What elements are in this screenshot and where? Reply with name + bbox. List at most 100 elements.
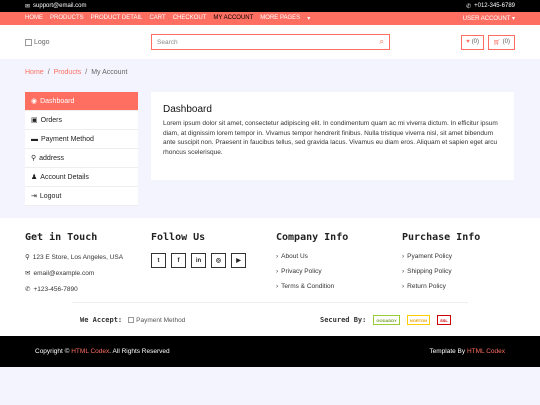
instagram-icon[interactable]: ◎ (211, 253, 226, 268)
sidebar-item-logout[interactable]: ⇥ Logout (25, 187, 138, 206)
norton-badge: NORTON (406, 315, 431, 325)
footer-heading: Purchase Info (402, 232, 481, 243)
breadcrumb-current: My Account (91, 69, 128, 76)
footer-heading: Get in Touch (25, 232, 98, 243)
header: Logo Search ⌕ ♥ (0) 🛒︎ (0) (0, 25, 540, 59)
sidebar-item-address[interactable]: ⚲ address (25, 149, 138, 168)
chevron-right-icon: › (402, 253, 405, 260)
nav-link-my-account[interactable]: MY ACCOUNT (213, 15, 253, 22)
nav-link-products[interactable]: PRODUCTS (50, 15, 84, 22)
copyright-link[interactable]: HTML Codex (71, 348, 109, 355)
copyright-bar: Copyright © HTML Codex. All Rights Reser… (0, 336, 540, 367)
support-phone-text: +012-345-6789 (474, 3, 515, 9)
nav-link-checkout[interactable]: CHECKOUT (173, 15, 207, 22)
caret-down-icon: ▾ (511, 16, 515, 22)
ssl-badge: SSL (437, 315, 451, 325)
panel-title: Dashboard (163, 104, 212, 115)
twitter-icon[interactable]: t (151, 253, 166, 268)
footer-link[interactable]: › About Us (276, 253, 348, 260)
account-sidebar: ◉ Dashboard ▣ Orders ▬ Payment Method ⚲ address… (25, 92, 138, 206)
breadcrumb: Home / Products / My Account (25, 69, 128, 76)
footer-heading: Follow Us (151, 232, 206, 243)
breadcrumb-products[interactable]: Products (54, 69, 82, 76)
footer-link[interactable]: › Return Policy (402, 283, 480, 290)
footer-company-info: Company Info › About Us › Privacy Policy › Te… (276, 232, 348, 298)
cart-button[interactable]: 🛒︎ (0) (488, 34, 515, 50)
footer-link[interactable]: › Terms & Condition (276, 283, 348, 290)
sidebar-item-orders[interactable]: ▣ Orders (25, 111, 138, 130)
footer-email[interactable]: email@example.com (33, 270, 94, 277)
secured-by-label: Secured By: (320, 316, 367, 324)
footer-phone[interactable]: +123-456-7890 (33, 286, 77, 293)
nav-link-cart[interactable]: CART (149, 15, 165, 22)
logo[interactable]: Logo (25, 38, 151, 46)
footer-divider (72, 302, 468, 303)
cart-icon: 🛒︎ (493, 39, 501, 46)
template-credit: Template By HTML Codex (429, 348, 505, 355)
sidebar-item-label: Dashboard (40, 97, 75, 105)
template-credit-link[interactable]: HTML Codex (467, 348, 505, 355)
support-phone[interactable]: ✆ +012-345-6789 (466, 3, 515, 10)
sidebar-item-label: address (39, 154, 65, 162)
user-account-menu[interactable]: USER ACCOUNT ▾ (463, 15, 515, 22)
broken-image-icon (128, 317, 135, 323)
nav-link-home[interactable]: HOME (25, 15, 43, 22)
nav-link-product-detail[interactable]: PRODUCT DETAIL (91, 15, 143, 22)
shopping-bag-icon: ▣ (31, 117, 38, 124)
user-icon: ♟ (31, 174, 38, 181)
footer: Get in Touch ⚲ 123 E Store, Los Angeles, … (0, 218, 540, 336)
social-links: t f in ◎ ▶ (151, 253, 246, 268)
footer-follow-us: Follow Us t f in ◎ ▶ (151, 232, 246, 268)
we-accept-label: We Accept: (80, 316, 123, 324)
security-badges: Secured By: GODADDY NORTON SSL (320, 315, 451, 325)
support-email[interactable]: ✉ support@email.com (25, 3, 86, 10)
breadcrumb-home[interactable]: Home (25, 69, 44, 76)
sidebar-item-payment-method[interactable]: ▬ Payment Method (25, 130, 138, 149)
sidebar-item-dashboard[interactable]: ◉ Dashboard (25, 92, 138, 111)
footer-purchase-info: Purchase Info › Pyament Policy › Shipping P… (402, 232, 480, 298)
top-bar: ✉ support@email.com ✆ +012-345-6789 (0, 0, 540, 12)
sign-out-icon: ⇥ (31, 193, 37, 200)
envelope-icon: ✉ (25, 3, 31, 10)
support-email-text: support@email.com (33, 3, 87, 9)
search-input[interactable]: Search ⌕ (151, 34, 390, 50)
footer-link[interactable]: › Pyament Policy (402, 253, 480, 260)
payment-method-image: Payment Method (128, 317, 185, 324)
caret-down-icon: ▾ (307, 16, 311, 22)
chevron-right-icon: › (276, 253, 279, 260)
footer-link[interactable]: › Privacy Policy (276, 268, 348, 275)
main-nav: HOME PRODUCTS PRODUCT DETAIL CART CHECKOUT MY… (0, 12, 540, 25)
sidebar-item-label: Payment Method (41, 135, 94, 143)
envelope-icon: ✉ (25, 270, 31, 277)
sidebar-item-label: Orders (40, 116, 63, 124)
search-placeholder: Search (157, 38, 178, 46)
credit-card-icon: ▬ (31, 135, 38, 143)
payment-methods: We Accept: Payment Method (80, 316, 185, 324)
map-marker-icon: ⚲ (31, 155, 37, 162)
search-icon[interactable]: ⌕ (380, 37, 384, 47)
chevron-right-icon: › (276, 283, 279, 290)
broken-image-icon (25, 38, 32, 46)
map-marker-icon: ⚲ (25, 254, 30, 261)
tachometer-icon: ◉ (31, 98, 38, 105)
godaddy-badge: GODADDY (373, 315, 400, 325)
youtube-icon[interactable]: ▶ (231, 253, 246, 268)
footer-link[interactable]: › Shipping Policy (402, 268, 480, 275)
phone-icon: ✆ (25, 286, 31, 293)
nav-links: HOME PRODUCTS PRODUCT DETAIL CART CHECKOUT MY… (25, 15, 310, 22)
phone-icon: ✆ (466, 3, 472, 10)
chevron-right-icon: › (276, 268, 279, 275)
sidebar-item-account-details[interactable]: ♟ Account Details (25, 168, 138, 187)
facebook-icon[interactable]: f (171, 253, 186, 268)
chevron-right-icon: › (402, 268, 405, 275)
chevron-right-icon: › (402, 283, 405, 290)
wishlist-button[interactable]: ♥ (0) (461, 34, 485, 50)
nav-link-more-pages[interactable]: MORE PAGES (260, 15, 300, 22)
linkedin-icon[interactable]: in (191, 253, 206, 268)
panel-body: Lorem ipsum dolor sit amet, consectetur … (163, 120, 498, 156)
dashboard-panel: Dashboard Lorem ipsum dolor sit amet, co… (151, 92, 514, 180)
footer-heading: Company Info (276, 232, 349, 243)
footer-address: 123 E Store, Los Angeles, USA (32, 253, 124, 261)
sidebar-item-label: Account Details (40, 173, 89, 181)
copyright-text: Copyright © HTML Codex. All Rights Reser… (35, 348, 170, 355)
